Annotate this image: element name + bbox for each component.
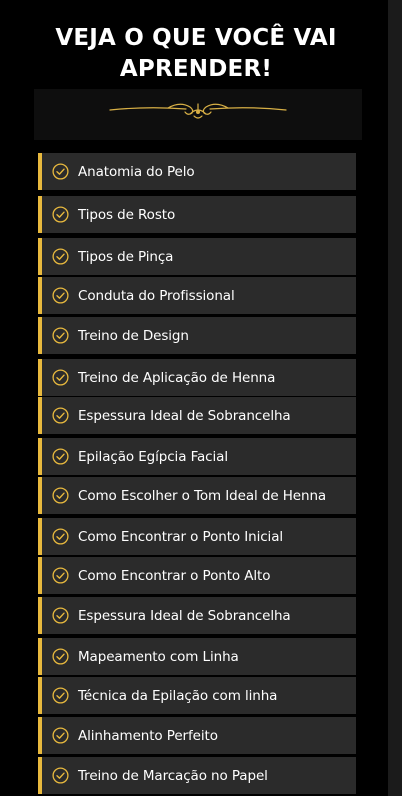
check-circle-icon [52, 327, 69, 344]
list-item: Como Escolher o Tom Ideal de Henna [38, 477, 356, 514]
list-item: Mapeamento com Linha [38, 638, 356, 675]
check-circle-icon [52, 163, 69, 180]
list-item: Treino de Design [38, 317, 356, 354]
topic-label: Treino de Marcação no Papel [78, 767, 268, 784]
topic-label: Treino de Design [78, 327, 189, 344]
check-circle-icon [52, 648, 69, 665]
check-circle-icon [52, 248, 69, 265]
list-item: Treino de Aplicação de Henna [38, 359, 356, 396]
check-circle-icon [52, 287, 69, 304]
topic-label: Tipos de Rosto [78, 206, 176, 223]
topic-label: Epilação Egípcia Facial [78, 448, 228, 465]
topic-label: Espessura Ideal de Sobrancelha [78, 607, 291, 624]
page-side-strip [388, 0, 402, 796]
list-item: Tipos de Pinça [38, 238, 356, 275]
list-item: Treino de Marcação no Papel [38, 757, 356, 794]
list-item: Anatomia do Pelo [38, 153, 356, 190]
list-item: Espessura Ideal de Sobrancelha [38, 597, 356, 634]
list-item: Como Encontrar o Ponto Alto [38, 557, 356, 594]
topic-label: Como Encontrar o Ponto Inicial [78, 528, 284, 545]
check-circle-icon [52, 407, 69, 424]
list-item: Conduta do Profissional [38, 277, 356, 314]
check-circle-icon [52, 206, 69, 223]
list-item: Espessura Ideal de Sobrancelha [38, 397, 356, 434]
topic-label: Treino de Aplicação de Henna [78, 369, 276, 386]
topic-label: Mapeamento com Linha [78, 648, 239, 665]
check-circle-icon [52, 567, 69, 584]
topic-label: Anatomia do Pelo [78, 163, 195, 180]
topic-label: Técnica da Epilação com linha [78, 687, 278, 704]
topic-label: Como Escolher o Tom Ideal de Henna [78, 487, 327, 504]
list-item: Epilação Egípcia Facial [38, 438, 356, 475]
check-circle-icon [52, 607, 69, 624]
topic-label: Como Encontrar o Ponto Alto [78, 567, 271, 584]
check-circle-icon [52, 369, 69, 386]
topic-label: Espessura Ideal de Sobrancelha [78, 407, 291, 424]
topic-label: Tipos de Pinça [78, 248, 174, 265]
list-item: Alinhamento Perfeito [38, 717, 356, 754]
page-title: VEJA O QUE VOCÊ VAI APRENDER! [55, 25, 337, 83]
check-circle-icon [52, 727, 69, 744]
check-circle-icon [52, 448, 69, 465]
gold-ornament-divider-icon [109, 103, 287, 119]
topic-label: Alinhamento Perfeito [78, 727, 218, 744]
list-item: Como Encontrar o Ponto Inicial [38, 518, 356, 555]
check-circle-icon [52, 528, 69, 545]
list-item: Tipos de Rosto [38, 196, 356, 233]
list-item: Técnica da Epilação com linha [38, 677, 356, 714]
check-circle-icon [52, 767, 69, 784]
topic-label: Conduta do Profissional [78, 287, 235, 304]
check-circle-icon [52, 687, 69, 704]
ornament-panel [34, 89, 362, 140]
check-circle-icon [52, 487, 69, 504]
